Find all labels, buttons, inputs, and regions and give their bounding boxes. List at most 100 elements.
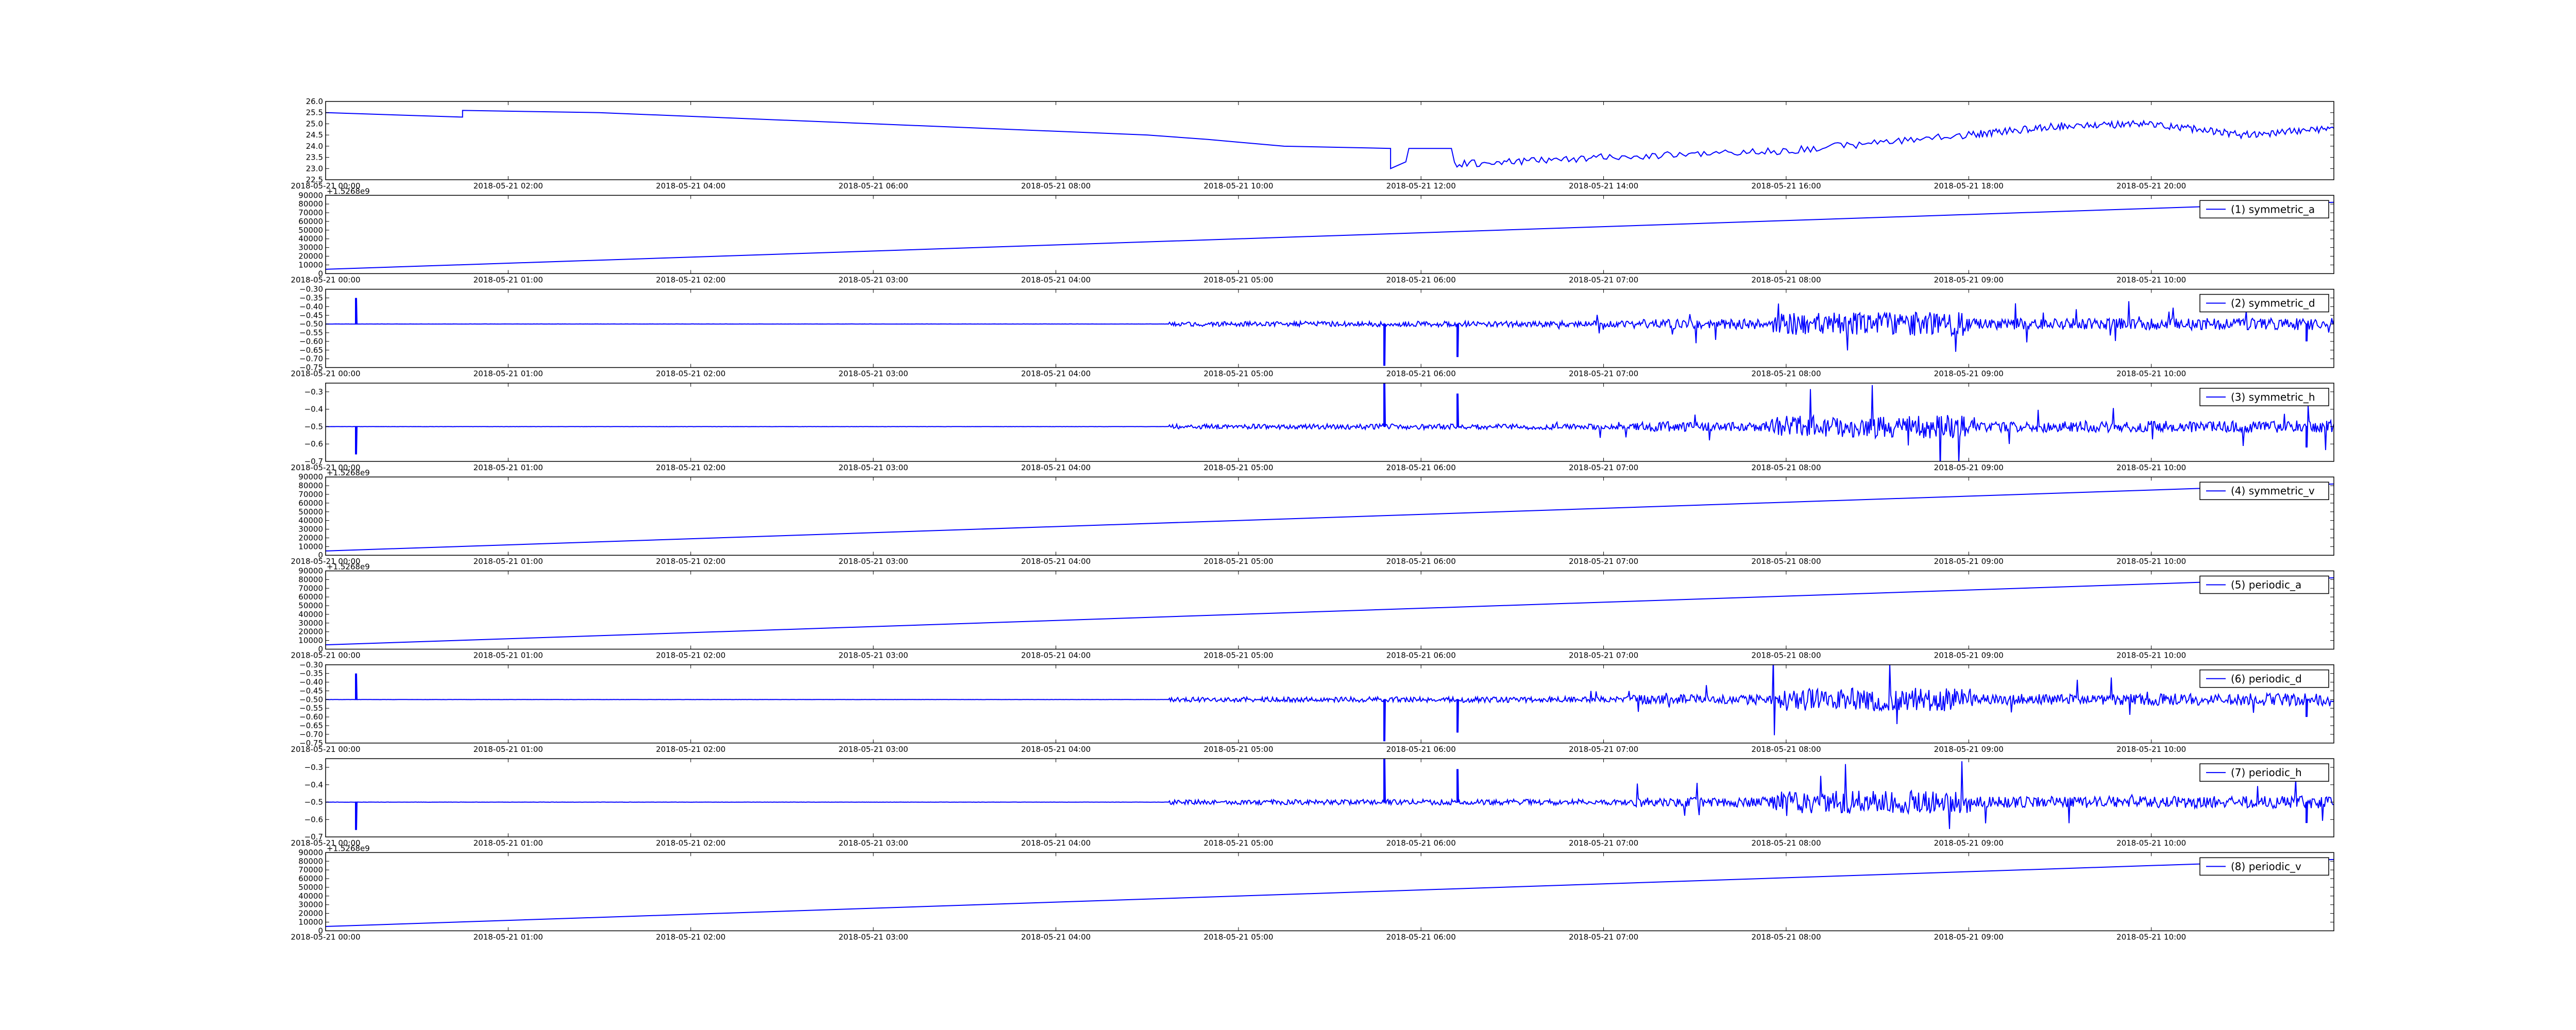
y-offset-label: +1.5268e9 bbox=[327, 468, 370, 477]
series-line-8 bbox=[326, 759, 2334, 830]
x-tick-label: 2018-05-21 07:00 bbox=[1569, 838, 1638, 848]
x-tick-label: 2018-05-21 01:00 bbox=[473, 275, 543, 284]
y-tick-label: 20000 bbox=[298, 627, 323, 637]
x-tick-label: 2018-05-21 03:00 bbox=[839, 463, 908, 472]
x-tick-label: 2018-05-21 03:00 bbox=[839, 745, 908, 754]
y-tick-label: −0.3 bbox=[304, 763, 323, 772]
y-tick-label: −0.3 bbox=[304, 387, 323, 397]
y-tick-label: 10000 bbox=[298, 542, 323, 551]
y-tick-label: 90000 bbox=[298, 191, 323, 200]
y-tick-label: 70000 bbox=[298, 583, 323, 593]
y-tick-label: −0.40 bbox=[299, 678, 323, 687]
x-tick-label: 2018-05-21 00:00 bbox=[291, 275, 360, 284]
x-tick-label: 2018-05-21 06:00 bbox=[839, 181, 908, 191]
axes-frame bbox=[325, 101, 2334, 180]
y-tick-label: 80000 bbox=[298, 575, 323, 584]
y-tick-label: −0.5 bbox=[304, 798, 323, 807]
x-tick-label: 2018-05-21 18:00 bbox=[1934, 181, 2004, 191]
x-tick-label: 2018-05-21 01:00 bbox=[473, 369, 543, 379]
y-tick-label: −0.70 bbox=[299, 730, 323, 739]
x-tick-label: 2018-05-21 08:00 bbox=[1751, 838, 1821, 848]
x-tick-label: 2018-05-21 05:00 bbox=[1204, 557, 1273, 566]
x-tick-label: 2018-05-21 10:00 bbox=[1204, 181, 1273, 191]
x-tick-label: 2018-05-21 04:00 bbox=[1021, 838, 1091, 848]
x-tick-label: 2018-05-21 02:00 bbox=[656, 651, 725, 660]
x-tick-label: 2018-05-21 02:00 bbox=[473, 181, 543, 191]
x-tick-label: 2018-05-21 03:00 bbox=[839, 557, 908, 566]
y-offset-label: +1.5268e9 bbox=[327, 844, 370, 853]
y-tick-label: 30000 bbox=[298, 525, 323, 534]
x-tick-label: 2018-05-21 10:00 bbox=[2116, 369, 2186, 379]
x-tick-label: 2018-05-21 04:00 bbox=[656, 181, 725, 191]
x-tick-label: 2018-05-21 04:00 bbox=[1021, 463, 1091, 472]
series-line-1 bbox=[326, 110, 2334, 169]
subplot-7: −0.75−0.70−0.65−0.60−0.55−0.50−0.45−0.40… bbox=[291, 660, 2334, 754]
axes-frame bbox=[325, 195, 2334, 274]
x-tick-label: 2018-05-21 08:00 bbox=[1751, 932, 1821, 941]
x-tick-label: 2018-05-21 09:00 bbox=[1934, 275, 2004, 284]
x-tick-label: 2018-05-21 08:00 bbox=[1751, 369, 1821, 379]
subplot-2: 0100002000030000400005000060000700008000… bbox=[291, 186, 2334, 284]
x-tick-label: 2018-05-21 07:00 bbox=[1569, 275, 1638, 284]
y-tick-label: −0.6 bbox=[304, 439, 323, 449]
x-tick-label: 2018-05-21 01:00 bbox=[473, 838, 543, 848]
axes-frame bbox=[325, 570, 2334, 650]
x-tick-label: 2018-05-21 10:00 bbox=[2116, 932, 2186, 941]
x-tick-label: 2018-05-21 08:00 bbox=[1751, 275, 1821, 284]
series-line-2 bbox=[326, 201, 2334, 270]
x-tick-label: 2018-05-21 14:00 bbox=[1569, 181, 1638, 191]
y-tick-label: −0.30 bbox=[299, 660, 323, 670]
x-tick-label: 2018-05-21 02:00 bbox=[656, 275, 725, 284]
x-tick-label: 2018-05-21 01:00 bbox=[473, 557, 543, 566]
subplot-9: 0100002000030000400005000060000700008000… bbox=[291, 844, 2334, 941]
y-tick-label: −0.55 bbox=[299, 703, 323, 713]
x-tick-label: 2018-05-21 08:00 bbox=[1751, 651, 1821, 660]
y-tick-label: 10000 bbox=[298, 260, 323, 269]
y-tick-label: −0.50 bbox=[299, 695, 323, 704]
x-tick-label: 2018-05-21 00:00 bbox=[291, 745, 360, 754]
x-tick-label: 2018-05-21 09:00 bbox=[1934, 838, 2004, 848]
y-tick-label: 20000 bbox=[298, 252, 323, 261]
x-tick-label: 2018-05-21 05:00 bbox=[1204, 745, 1273, 754]
x-tick-label: 2018-05-21 05:00 bbox=[1204, 275, 1273, 284]
y-tick-label: −0.55 bbox=[299, 328, 323, 337]
axes-frame bbox=[325, 664, 2334, 744]
y-tick-label: 30000 bbox=[298, 900, 323, 909]
x-tick-label: 2018-05-21 09:00 bbox=[1934, 932, 2004, 941]
axes-frame bbox=[325, 383, 2334, 462]
x-tick-label: 2018-05-21 01:00 bbox=[473, 745, 543, 754]
x-tick-label: 2018-05-21 05:00 bbox=[1204, 838, 1273, 848]
x-tick-label: 2018-05-21 01:00 bbox=[473, 932, 543, 941]
x-tick-label: 2018-05-21 06:00 bbox=[1386, 838, 1456, 848]
x-tick-label: 2018-05-21 00:00 bbox=[291, 369, 360, 379]
y-offset-label: +1.5268e9 bbox=[327, 562, 370, 572]
y-tick-label: −0.35 bbox=[299, 669, 323, 678]
x-tick-label: 2018-05-21 08:00 bbox=[1751, 745, 1821, 754]
series-line-3 bbox=[326, 298, 2334, 366]
y-tick-label: 30000 bbox=[298, 243, 323, 252]
y-tick-label: 50000 bbox=[298, 601, 323, 610]
y-tick-label: −0.6 bbox=[304, 815, 323, 824]
legend-label: (8) periodic_v bbox=[2231, 860, 2301, 872]
subplot-4: −0.7−0.6−0.5−0.4−0.32018-05-21 00:00 2018… bbox=[291, 383, 2334, 472]
x-tick-label: 2018-05-21 02:00 bbox=[656, 838, 725, 848]
y-tick-label: 60000 bbox=[298, 592, 323, 602]
subplot-6: 0100002000030000400005000060000700008000… bbox=[291, 562, 2334, 660]
series-line-9 bbox=[326, 859, 2334, 927]
x-tick-label: 2018-05-21 12:00 bbox=[1386, 181, 1456, 191]
x-tick-label: 2018-05-21 10:00 bbox=[2116, 838, 2186, 848]
x-tick-label: 2018-05-21 09:00 bbox=[1934, 651, 2004, 660]
y-offset-label: +1.5268e9 bbox=[327, 186, 370, 196]
figure-canvas: 22.523.023.524.024.525.025.526.02018-05-… bbox=[291, 97, 2334, 941]
y-tick-label: −0.60 bbox=[299, 337, 323, 346]
x-tick-label: 2018-05-21 08:00 bbox=[1021, 181, 1091, 191]
y-tick-label: 90000 bbox=[298, 566, 323, 576]
x-tick-label: 2018-05-21 04:00 bbox=[1021, 369, 1091, 379]
y-tick-label: 26.0 bbox=[306, 97, 323, 106]
x-tick-label: 2018-05-21 06:00 bbox=[1386, 651, 1456, 660]
legend-label: (5) periodic_a bbox=[2231, 579, 2301, 591]
y-tick-label: 70000 bbox=[298, 208, 323, 217]
y-tick-label: 40000 bbox=[298, 516, 323, 525]
x-tick-label: 2018-05-21 09:00 bbox=[1934, 369, 2004, 379]
x-tick-label: 2018-05-21 01:00 bbox=[473, 463, 543, 472]
